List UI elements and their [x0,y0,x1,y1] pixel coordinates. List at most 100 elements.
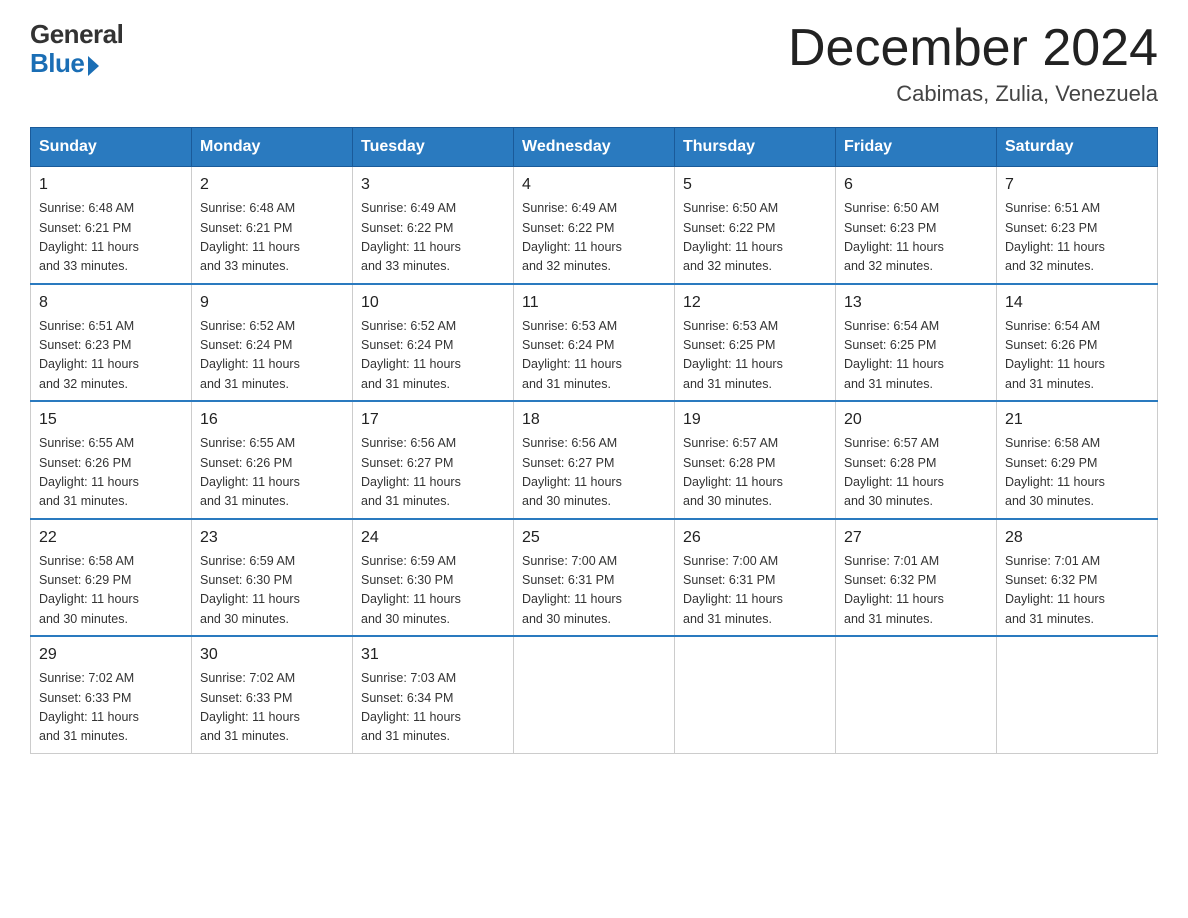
day-number: 5 [683,173,827,197]
calendar-cell: 16Sunrise: 6:55 AM Sunset: 6:26 PM Dayli… [192,401,353,519]
day-info: Sunrise: 7:01 AM Sunset: 6:32 PM Dayligh… [1005,552,1149,630]
day-number: 17 [361,408,505,432]
day-info: Sunrise: 6:53 AM Sunset: 6:25 PM Dayligh… [683,317,827,395]
day-number: 4 [522,173,666,197]
calendar-cell: 21Sunrise: 6:58 AM Sunset: 6:29 PM Dayli… [997,401,1158,519]
logo-name: General Blue [30,20,123,77]
day-header-monday: Monday [192,128,353,167]
day-info: Sunrise: 7:00 AM Sunset: 6:31 PM Dayligh… [683,552,827,630]
day-header-wednesday: Wednesday [514,128,675,167]
day-number: 7 [1005,173,1149,197]
calendar-cell: 10Sunrise: 6:52 AM Sunset: 6:24 PM Dayli… [353,284,514,402]
calendar-cell: 14Sunrise: 6:54 AM Sunset: 6:26 PM Dayli… [997,284,1158,402]
calendar-cell [514,636,675,753]
day-info: Sunrise: 6:56 AM Sunset: 6:27 PM Dayligh… [522,434,666,512]
calendar-cell [836,636,997,753]
week-row-1: 1Sunrise: 6:48 AM Sunset: 6:21 PM Daylig… [31,167,1158,284]
day-info: Sunrise: 6:54 AM Sunset: 6:25 PM Dayligh… [844,317,988,395]
day-info: Sunrise: 6:51 AM Sunset: 6:23 PM Dayligh… [39,317,183,395]
day-number: 23 [200,526,344,550]
day-info: Sunrise: 6:57 AM Sunset: 6:28 PM Dayligh… [844,434,988,512]
calendar-header: SundayMondayTuesdayWednesdayThursdayFrid… [31,128,1158,167]
day-number: 2 [200,173,344,197]
day-info: Sunrise: 6:57 AM Sunset: 6:28 PM Dayligh… [683,434,827,512]
day-number: 27 [844,526,988,550]
day-info: Sunrise: 7:00 AM Sunset: 6:31 PM Dayligh… [522,552,666,630]
day-number: 26 [683,526,827,550]
calendar-cell: 11Sunrise: 6:53 AM Sunset: 6:24 PM Dayli… [514,284,675,402]
calendar-cell: 26Sunrise: 7:00 AM Sunset: 6:31 PM Dayli… [675,519,836,637]
day-info: Sunrise: 7:02 AM Sunset: 6:33 PM Dayligh… [39,669,183,747]
day-header-friday: Friday [836,128,997,167]
day-number: 6 [844,173,988,197]
day-info: Sunrise: 6:52 AM Sunset: 6:24 PM Dayligh… [200,317,344,395]
calendar-cell: 12Sunrise: 6:53 AM Sunset: 6:25 PM Dayli… [675,284,836,402]
logo-arrow-icon [88,53,110,75]
day-info: Sunrise: 6:55 AM Sunset: 6:26 PM Dayligh… [39,434,183,512]
calendar-cell: 1Sunrise: 6:48 AM Sunset: 6:21 PM Daylig… [31,167,192,284]
day-number: 8 [39,291,183,315]
week-row-5: 29Sunrise: 7:02 AM Sunset: 6:33 PM Dayli… [31,636,1158,753]
calendar-cell: 8Sunrise: 6:51 AM Sunset: 6:23 PM Daylig… [31,284,192,402]
day-number: 29 [39,643,183,667]
day-number: 19 [683,408,827,432]
day-info: Sunrise: 7:02 AM Sunset: 6:33 PM Dayligh… [200,669,344,747]
logo: General Blue [30,20,123,77]
day-number: 20 [844,408,988,432]
calendar-cell: 7Sunrise: 6:51 AM Sunset: 6:23 PM Daylig… [997,167,1158,284]
calendar-cell: 6Sunrise: 6:50 AM Sunset: 6:23 PM Daylig… [836,167,997,284]
day-info: Sunrise: 6:58 AM Sunset: 6:29 PM Dayligh… [39,552,183,630]
calendar-cell: 28Sunrise: 7:01 AM Sunset: 6:32 PM Dayli… [997,519,1158,637]
calendar-table: SundayMondayTuesdayWednesdayThursdayFrid… [30,127,1158,754]
calendar-cell: 22Sunrise: 6:58 AM Sunset: 6:29 PM Dayli… [31,519,192,637]
day-number: 13 [844,291,988,315]
day-number: 30 [200,643,344,667]
day-info: Sunrise: 6:49 AM Sunset: 6:22 PM Dayligh… [361,199,505,277]
day-number: 16 [200,408,344,432]
day-info: Sunrise: 6:58 AM Sunset: 6:29 PM Dayligh… [1005,434,1149,512]
day-info: Sunrise: 6:48 AM Sunset: 6:21 PM Dayligh… [200,199,344,277]
day-info: Sunrise: 6:49 AM Sunset: 6:22 PM Dayligh… [522,199,666,277]
day-number: 11 [522,291,666,315]
calendar-cell: 19Sunrise: 6:57 AM Sunset: 6:28 PM Dayli… [675,401,836,519]
day-number: 3 [361,173,505,197]
day-header-sunday: Sunday [31,128,192,167]
calendar-cell: 5Sunrise: 6:50 AM Sunset: 6:22 PM Daylig… [675,167,836,284]
week-row-2: 8Sunrise: 6:51 AM Sunset: 6:23 PM Daylig… [31,284,1158,402]
day-number: 24 [361,526,505,550]
day-number: 25 [522,526,666,550]
logo-blue-text: Blue [30,49,84,78]
title-block: December 2024 Cabimas, Zulia, Venezuela [788,20,1158,107]
page-header: General Blue December 2024 Cabimas, Zuli… [30,20,1158,107]
calendar-cell: 18Sunrise: 6:56 AM Sunset: 6:27 PM Dayli… [514,401,675,519]
calendar-cell: 15Sunrise: 6:55 AM Sunset: 6:26 PM Dayli… [31,401,192,519]
calendar-cell: 13Sunrise: 6:54 AM Sunset: 6:25 PM Dayli… [836,284,997,402]
day-number: 1 [39,173,183,197]
day-info: Sunrise: 6:48 AM Sunset: 6:21 PM Dayligh… [39,199,183,277]
day-number: 15 [39,408,183,432]
logo-general-text: General [30,20,123,49]
calendar-body: 1Sunrise: 6:48 AM Sunset: 6:21 PM Daylig… [31,167,1158,754]
calendar-cell: 4Sunrise: 6:49 AM Sunset: 6:22 PM Daylig… [514,167,675,284]
week-row-3: 15Sunrise: 6:55 AM Sunset: 6:26 PM Dayli… [31,401,1158,519]
day-number: 9 [200,291,344,315]
day-info: Sunrise: 6:50 AM Sunset: 6:22 PM Dayligh… [683,199,827,277]
day-info: Sunrise: 6:55 AM Sunset: 6:26 PM Dayligh… [200,434,344,512]
day-number: 28 [1005,526,1149,550]
day-info: Sunrise: 6:53 AM Sunset: 6:24 PM Dayligh… [522,317,666,395]
day-number: 21 [1005,408,1149,432]
day-header-saturday: Saturday [997,128,1158,167]
calendar-cell: 31Sunrise: 7:03 AM Sunset: 6:34 PM Dayli… [353,636,514,753]
calendar-cell: 9Sunrise: 6:52 AM Sunset: 6:24 PM Daylig… [192,284,353,402]
days-row: SundayMondayTuesdayWednesdayThursdayFrid… [31,128,1158,167]
day-header-thursday: Thursday [675,128,836,167]
calendar-cell [675,636,836,753]
day-info: Sunrise: 6:59 AM Sunset: 6:30 PM Dayligh… [200,552,344,630]
day-number: 22 [39,526,183,550]
calendar-cell: 17Sunrise: 6:56 AM Sunset: 6:27 PM Dayli… [353,401,514,519]
day-number: 31 [361,643,505,667]
day-info: Sunrise: 7:03 AM Sunset: 6:34 PM Dayligh… [361,669,505,747]
day-header-tuesday: Tuesday [353,128,514,167]
day-info: Sunrise: 6:56 AM Sunset: 6:27 PM Dayligh… [361,434,505,512]
calendar-subtitle: Cabimas, Zulia, Venezuela [788,81,1158,107]
